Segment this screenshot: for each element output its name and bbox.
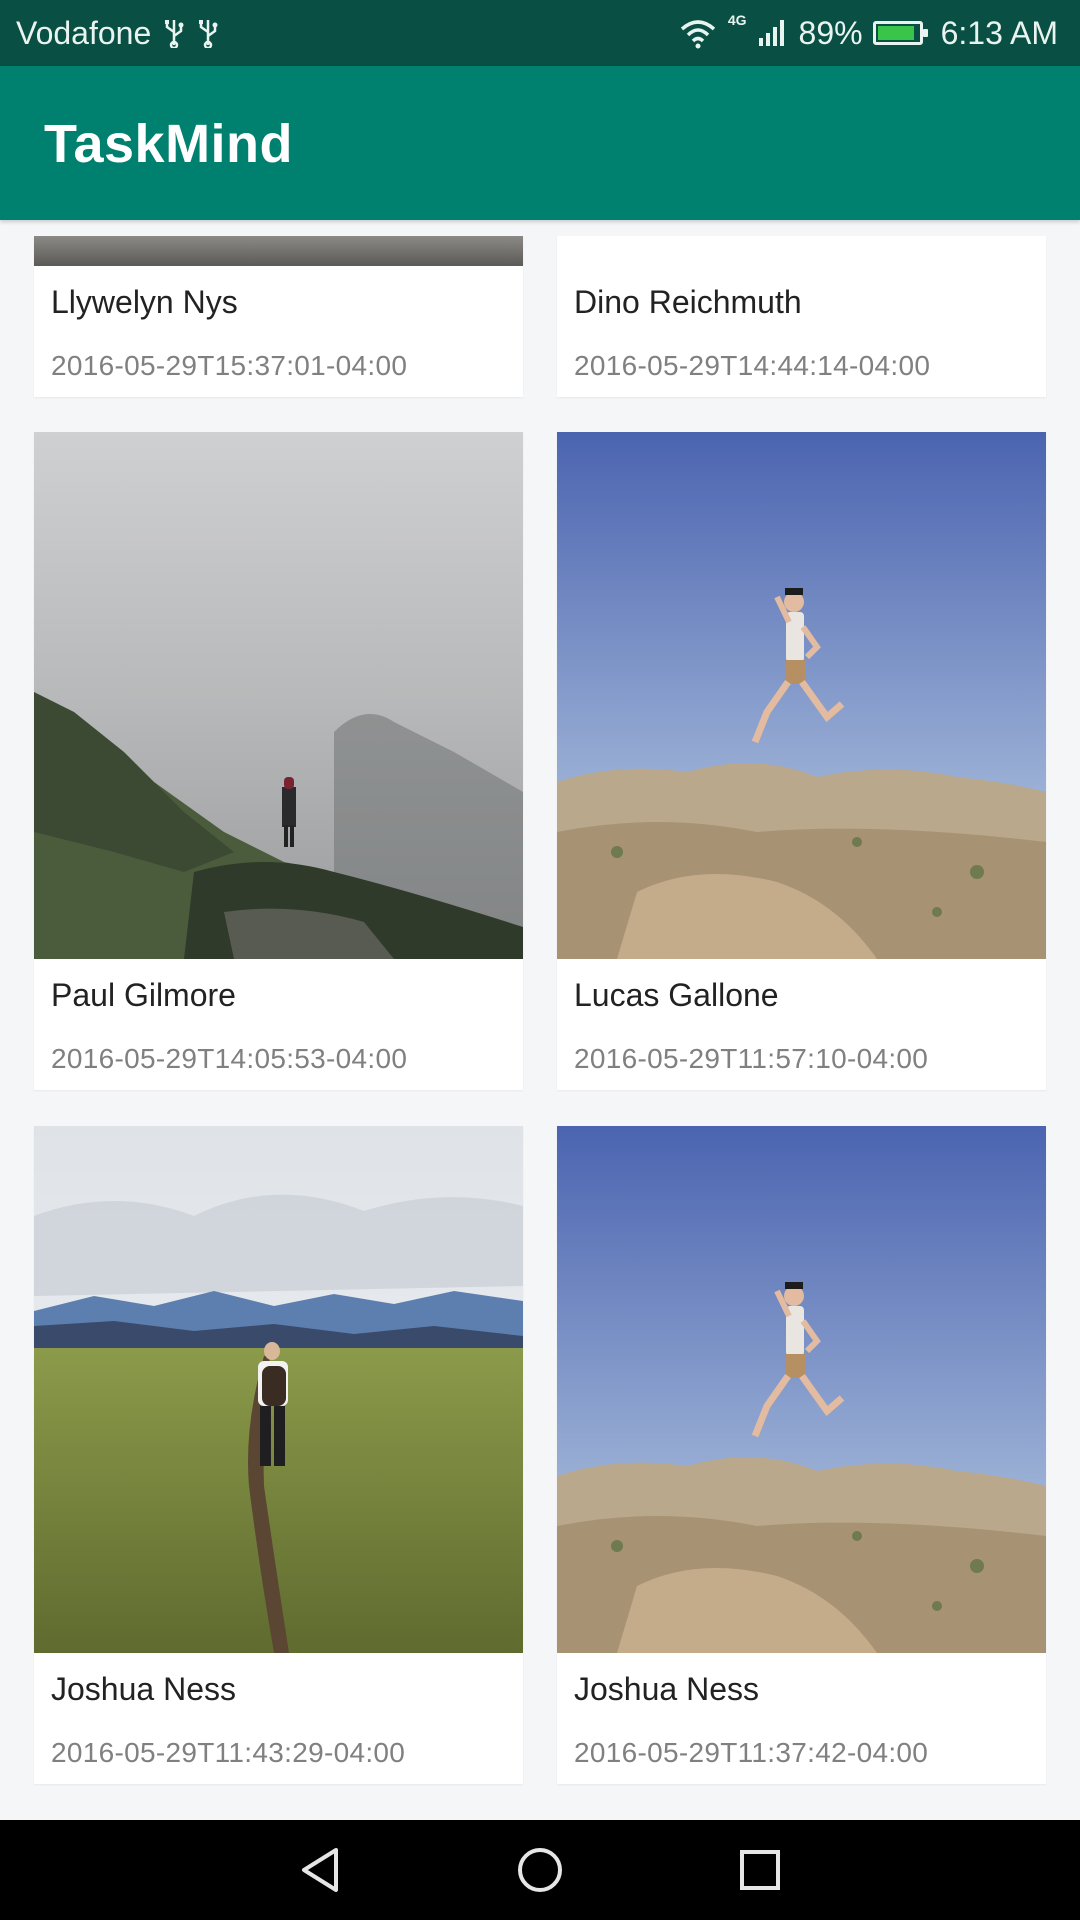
status-bar: Vodafone 4G 89% 6:13 AM	[0, 0, 1080, 66]
recents-icon[interactable]	[730, 1840, 790, 1900]
network-type-label: 4G	[727, 12, 747, 28]
clock: 6:13 AM	[940, 14, 1058, 51]
photo-card[interactable]: Joshua Ness 2016-05-29T11:43:29-04:00	[34, 1126, 523, 1784]
card-photo	[34, 432, 523, 959]
card-timestamp: 2016-05-29T14:05:53-04:00	[51, 1043, 408, 1074]
photo-card[interactable]: Dino Reichmuth 2016-05-29T14:44:14-04:00	[557, 236, 1046, 397]
app-title: TaskMind	[44, 114, 294, 174]
carrier-label: Vodafone	[16, 14, 152, 51]
status-right: 4G 89% 6:13 AM	[678, 0, 1058, 66]
back-icon[interactable]	[290, 1840, 350, 1900]
battery-fill	[877, 26, 914, 40]
card-timestamp: 2016-05-29T15:37:01-04:00	[51, 350, 408, 381]
wifi-icon	[678, 17, 718, 49]
card-author-name: Llywelyn Nys	[51, 284, 238, 320]
battery-percent: 89%	[798, 14, 863, 51]
card-author-name: Lucas Gallone	[574, 977, 779, 1013]
battery-icon	[872, 21, 928, 45]
card-photo	[34, 1126, 523, 1653]
status-left: Vodafone	[16, 0, 219, 66]
card-photo	[557, 1126, 1046, 1653]
card-author-name: Joshua Ness	[574, 1671, 759, 1707]
card-timestamp: 2016-05-29T11:57:10-04:00	[574, 1043, 929, 1074]
photo-card[interactable]: Llywelyn Nys 2016-05-29T15:37:01-04:00	[34, 236, 523, 397]
app-bar: TaskMind	[0, 66, 1080, 220]
card-photo	[557, 432, 1046, 959]
card-author-name: Paul Gilmore	[51, 977, 236, 1013]
usb-icon	[163, 18, 185, 48]
photo-card[interactable]: Joshua Ness 2016-05-29T11:37:42-04:00	[557, 1126, 1046, 1784]
home-icon[interactable]	[510, 1840, 570, 1900]
card-photo	[34, 236, 523, 266]
photo-card[interactable]: Lucas Gallone 2016-05-29T11:57:10-04:00	[557, 432, 1046, 1090]
card-author-name: Dino Reichmuth	[574, 284, 802, 320]
navigation-bar	[0, 1820, 1080, 1920]
signal-icon	[757, 18, 789, 48]
card-author-name: Joshua Ness	[51, 1671, 236, 1707]
photo-card[interactable]: Paul Gilmore 2016-05-29T14:05:53-04:00	[34, 432, 523, 1090]
usb-icon	[197, 18, 219, 48]
card-timestamp: 2016-05-29T14:44:14-04:00	[574, 350, 931, 381]
card-timestamp: 2016-05-29T11:37:42-04:00	[574, 1737, 929, 1768]
card-timestamp: 2016-05-29T11:43:29-04:00	[51, 1737, 406, 1768]
